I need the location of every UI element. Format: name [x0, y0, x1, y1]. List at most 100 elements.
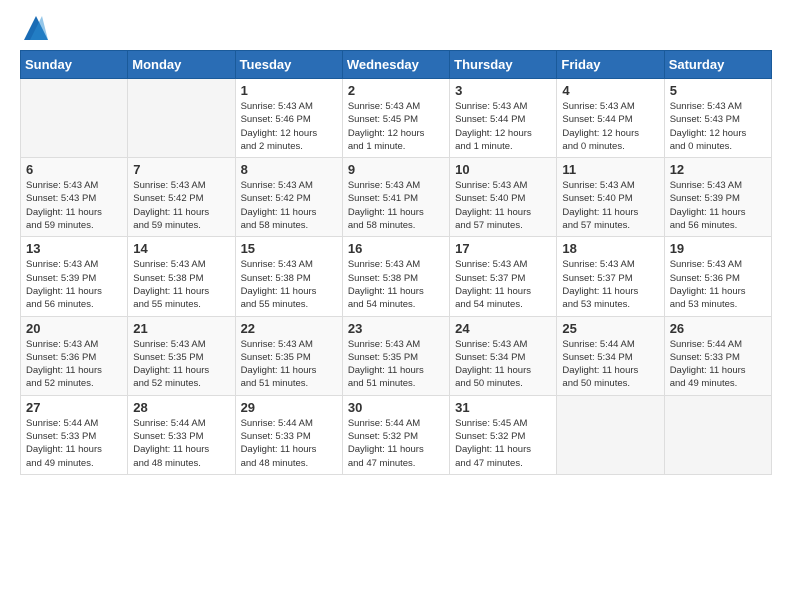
day-info: Sunrise: 5:44 AMSunset: 5:33 PMDaylight:… — [670, 338, 766, 391]
day-info: Sunrise: 5:43 AMSunset: 5:40 PMDaylight:… — [455, 179, 551, 232]
calendar-day-cell — [664, 395, 771, 474]
day-number: 14 — [133, 241, 229, 256]
calendar-day-header: Wednesday — [342, 51, 449, 79]
day-number: 30 — [348, 400, 444, 415]
day-info: Sunrise: 5:43 AMSunset: 5:34 PMDaylight:… — [455, 338, 551, 391]
day-number: 24 — [455, 321, 551, 336]
day-number: 31 — [455, 400, 551, 415]
day-number: 2 — [348, 83, 444, 98]
day-number: 7 — [133, 162, 229, 177]
day-info: Sunrise: 5:43 AMSunset: 5:37 PMDaylight:… — [455, 258, 551, 311]
calendar-week-row: 27 Sunrise: 5:44 AMSunset: 5:33 PMDayligh… — [21, 395, 772, 474]
day-info: Sunrise: 5:43 AMSunset: 5:42 PMDaylight:… — [241, 179, 337, 232]
day-info: Sunrise: 5:43 AMSunset: 5:35 PMDaylight:… — [241, 338, 337, 391]
calendar-day-header: Friday — [557, 51, 664, 79]
day-info: Sunrise: 5:44 AMSunset: 5:32 PMDaylight:… — [348, 417, 444, 470]
day-info: Sunrise: 5:43 AMSunset: 5:36 PMDaylight:… — [26, 338, 122, 391]
day-info: Sunrise: 5:43 AMSunset: 5:39 PMDaylight:… — [26, 258, 122, 311]
calendar-day-cell: 6 Sunrise: 5:43 AMSunset: 5:43 PMDaylight… — [21, 158, 128, 237]
day-number: 12 — [670, 162, 766, 177]
day-number: 23 — [348, 321, 444, 336]
calendar-day-cell: 14 Sunrise: 5:43 AMSunset: 5:38 PMDayligh… — [128, 237, 235, 316]
day-info: Sunrise: 5:43 AMSunset: 5:44 PMDaylight:… — [455, 100, 551, 153]
day-number: 20 — [26, 321, 122, 336]
day-number: 18 — [562, 241, 658, 256]
day-info: Sunrise: 5:43 AMSunset: 5:44 PMDaylight:… — [562, 100, 658, 153]
day-number: 25 — [562, 321, 658, 336]
calendar-day-cell: 21Sunrise: 5:43 AMSunset: 5:35 PMDayligh… — [128, 316, 235, 395]
calendar-day-cell: 30 Sunrise: 5:44 AMSunset: 5:32 PMDayligh… — [342, 395, 449, 474]
calendar-header-row: SundayMondayTuesdayWednesdayThursdayFrid… — [21, 51, 772, 79]
day-number: 17 — [455, 241, 551, 256]
calendar-day-header: Monday — [128, 51, 235, 79]
day-number: 10 — [455, 162, 551, 177]
day-number: 27 — [26, 400, 122, 415]
day-info: Sunrise: 5:43 AMSunset: 5:43 PMDaylight:… — [670, 100, 766, 153]
day-number: 13 — [26, 241, 122, 256]
logo — [20, 20, 48, 40]
day-info: Sunrise: 5:43 AMSunset: 5:45 PMDaylight:… — [348, 100, 444, 153]
calendar-day-cell: 3 Sunrise: 5:43 AMSunset: 5:44 PMDaylight… — [450, 79, 557, 158]
day-info: Sunrise: 5:44 AMSunset: 5:33 PMDaylight:… — [26, 417, 122, 470]
day-number: 3 — [455, 83, 551, 98]
day-number: 9 — [348, 162, 444, 177]
day-info: Sunrise: 5:43 AMSunset: 5:42 PMDaylight:… — [133, 179, 229, 232]
calendar-day-cell — [21, 79, 128, 158]
day-number: 15 — [241, 241, 337, 256]
day-info: Sunrise: 5:44 AMSunset: 5:33 PMDaylight:… — [241, 417, 337, 470]
day-number: 8 — [241, 162, 337, 177]
day-info: Sunrise: 5:43 AMSunset: 5:41 PMDaylight:… — [348, 179, 444, 232]
calendar-day-cell: 18Sunrise: 5:43 AMSunset: 5:37 PMDayligh… — [557, 237, 664, 316]
calendar-day-cell: 22 Sunrise: 5:43 AMSunset: 5:35 PMDayligh… — [235, 316, 342, 395]
day-info: Sunrise: 5:45 AMSunset: 5:32 PMDaylight:… — [455, 417, 551, 470]
day-number: 4 — [562, 83, 658, 98]
day-number: 19 — [670, 241, 766, 256]
calendar-day-cell: 9 Sunrise: 5:43 AMSunset: 5:41 PMDaylight… — [342, 158, 449, 237]
calendar-day-cell: 13 Sunrise: 5:43 AMSunset: 5:39 PMDayligh… — [21, 237, 128, 316]
calendar-table: SundayMondayTuesdayWednesdayThursdayFrid… — [20, 50, 772, 475]
calendar-day-header: Sunday — [21, 51, 128, 79]
day-number: 28 — [133, 400, 229, 415]
calendar-day-cell: 12Sunrise: 5:43 AMSunset: 5:39 PMDayligh… — [664, 158, 771, 237]
calendar-day-cell: 31 Sunrise: 5:45 AMSunset: 5:32 PMDayligh… — [450, 395, 557, 474]
calendar-day-cell — [128, 79, 235, 158]
calendar-day-cell: 24 Sunrise: 5:43 AMSunset: 5:34 PMDayligh… — [450, 316, 557, 395]
calendar-day-cell: 26 Sunrise: 5:44 AMSunset: 5:33 PMDayligh… — [664, 316, 771, 395]
day-info: Sunrise: 5:43 AMSunset: 5:35 PMDaylight:… — [348, 338, 444, 391]
calendar-day-cell: 10 Sunrise: 5:43 AMSunset: 5:40 PMDayligh… — [450, 158, 557, 237]
calendar-week-row: 13 Sunrise: 5:43 AMSunset: 5:39 PMDayligh… — [21, 237, 772, 316]
page-header — [20, 20, 772, 40]
calendar-day-cell: 16Sunrise: 5:43 AMSunset: 5:38 PMDayligh… — [342, 237, 449, 316]
day-number: 21 — [133, 321, 229, 336]
day-info: Sunrise: 5:43 AMSunset: 5:38 PMDaylight:… — [348, 258, 444, 311]
logo-icon — [24, 16, 48, 40]
day-info: Sunrise: 5:44 AMSunset: 5:34 PMDaylight:… — [562, 338, 658, 391]
calendar-week-row: 20 Sunrise: 5:43 AMSunset: 5:36 PMDayligh… — [21, 316, 772, 395]
calendar-day-cell: 25 Sunrise: 5:44 AMSunset: 5:34 PMDayligh… — [557, 316, 664, 395]
day-number: 1 — [241, 83, 337, 98]
calendar-day-cell: 29Sunrise: 5:44 AMSunset: 5:33 PMDayligh… — [235, 395, 342, 474]
day-number: 26 — [670, 321, 766, 336]
calendar-day-header: Thursday — [450, 51, 557, 79]
calendar-week-row: 6 Sunrise: 5:43 AMSunset: 5:43 PMDaylight… — [21, 158, 772, 237]
calendar-day-cell: 2 Sunrise: 5:43 AMSunset: 5:45 PMDaylight… — [342, 79, 449, 158]
day-number: 22 — [241, 321, 337, 336]
calendar-day-cell: 27 Sunrise: 5:44 AMSunset: 5:33 PMDayligh… — [21, 395, 128, 474]
calendar-day-cell: 8 Sunrise: 5:43 AMSunset: 5:42 PMDaylight… — [235, 158, 342, 237]
day-number: 5 — [670, 83, 766, 98]
calendar-day-cell: 7 Sunrise: 5:43 AMSunset: 5:42 PMDaylight… — [128, 158, 235, 237]
calendar-day-cell: 15Sunrise: 5:43 AMSunset: 5:38 PMDayligh… — [235, 237, 342, 316]
calendar-day-cell: 4 Sunrise: 5:43 AMSunset: 5:44 PMDaylight… — [557, 79, 664, 158]
day-number: 6 — [26, 162, 122, 177]
day-info: Sunrise: 5:43 AMSunset: 5:46 PMDaylight:… — [241, 100, 337, 153]
day-number: 11 — [562, 162, 658, 177]
day-info: Sunrise: 5:44 AMSunset: 5:33 PMDaylight:… — [133, 417, 229, 470]
calendar-week-row: 1 Sunrise: 5:43 AMSunset: 5:46 PMDaylight… — [21, 79, 772, 158]
day-info: Sunrise: 5:43 AMSunset: 5:40 PMDaylight:… — [562, 179, 658, 232]
day-info: Sunrise: 5:43 AMSunset: 5:38 PMDaylight:… — [133, 258, 229, 311]
calendar-day-header: Saturday — [664, 51, 771, 79]
calendar-day-cell: 19 Sunrise: 5:43 AMSunset: 5:36 PMDayligh… — [664, 237, 771, 316]
calendar-day-header: Tuesday — [235, 51, 342, 79]
day-info: Sunrise: 5:43 AMSunset: 5:36 PMDaylight:… — [670, 258, 766, 311]
day-info: Sunrise: 5:43 AMSunset: 5:43 PMDaylight:… — [26, 179, 122, 232]
